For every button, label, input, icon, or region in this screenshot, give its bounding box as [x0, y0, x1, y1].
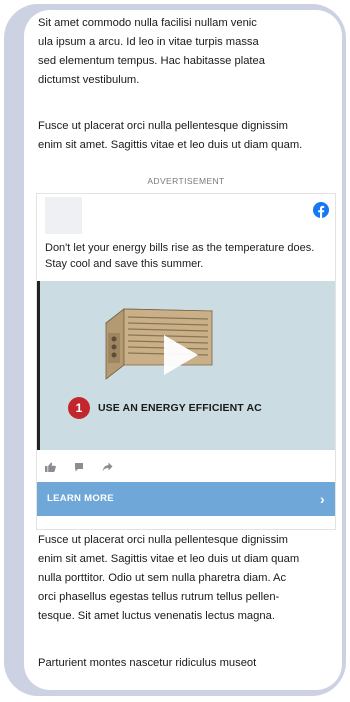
reaction-bar [45, 460, 113, 474]
ad-video[interactable]: 1 USE AN ENERGY EFFICIENT AC [37, 281, 335, 450]
step-caption: USE AN ENERGY EFFICIENT AC [98, 402, 262, 414]
article-paragraph: Fusce ut placerat orci nulla pellentesqu… [38, 534, 300, 622]
play-icon[interactable] [160, 333, 200, 377]
learn-more-button[interactable]: LEARN MORE › [37, 482, 335, 516]
ad-card[interactable]: Don't let your energy bills rise as the … [36, 193, 336, 530]
like-icon[interactable] [45, 462, 56, 472]
share-icon[interactable] [102, 462, 113, 472]
article-paragraph: Parturient montes nascetur ridiculus mus… [38, 657, 257, 669]
step-number-badge: 1 [68, 397, 90, 419]
ad-copy: Don't let your energy bills rise as the … [45, 242, 315, 270]
article-paragraph: Fusce ut placerat orci nulla pellentesqu… [38, 120, 303, 151]
advertisement-label: ADVERTISEMENT [147, 176, 225, 186]
article-paragraph: Sit amet commodo nulla facilisi nullam v… [38, 17, 265, 86]
facebook-icon[interactable] [313, 202, 329, 218]
comment-icon[interactable] [74, 462, 84, 472]
learn-more-label: LEARN MORE [47, 493, 114, 504]
advertiser-avatar[interactable] [45, 197, 82, 234]
screen: Sit amet commodo nulla facilisi nullam v… [24, 10, 342, 690]
chevron-right-icon: › [320, 491, 325, 507]
